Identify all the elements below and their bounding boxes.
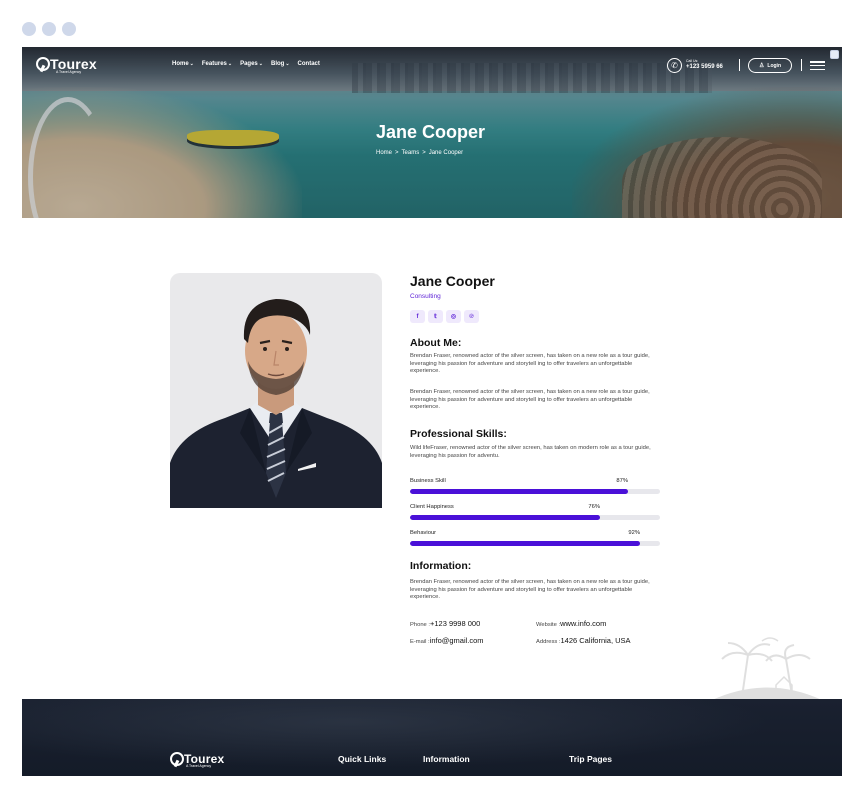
breadcrumb-current: Jane Cooper xyxy=(428,150,464,156)
nav-divider xyxy=(739,59,740,71)
hero-banner: Tourex A Travel Agency Home⌄ Features⌄ P… xyxy=(22,47,842,218)
breadcrumb-separator: > xyxy=(422,150,426,156)
scroll-top-icon[interactable] xyxy=(830,50,839,59)
profile-details: Jane Cooper Consulting f 𝕥 ◎ ℗ About Me:… xyxy=(410,273,662,645)
skill-name: Business Skill xyxy=(410,478,446,484)
menu-item-blog[interactable]: Blog⌄ xyxy=(271,61,290,67)
skill-percent: 87% xyxy=(616,478,628,484)
phone-label: Phone : xyxy=(410,622,430,628)
footer-background xyxy=(22,699,842,776)
breadcrumb-separator: > xyxy=(395,150,399,156)
site-footer: Tourex A Travel Agency Quick Links Infor… xyxy=(22,699,842,776)
address-label: Address : xyxy=(536,639,561,645)
social-links: f 𝕥 ◎ ℗ xyxy=(410,310,662,323)
pinterest-icon[interactable]: ℗ xyxy=(464,310,479,323)
page-title: Jane Cooper xyxy=(376,122,486,142)
footer-heading-information: Information xyxy=(423,754,470,764)
phone-row: Phone :+123 9998 000 xyxy=(410,619,536,628)
address-row: Address :1426 California, USA xyxy=(536,636,670,645)
call-text: Call Us: +123 5959 66 xyxy=(686,59,723,71)
breadcrumb: Home > Teams > Jane Cooper xyxy=(376,150,463,156)
skill-progress-bar xyxy=(410,489,660,494)
person-portrait-icon xyxy=(170,299,382,508)
window-dot xyxy=(22,22,36,36)
window-dot xyxy=(62,22,76,36)
login-label: Login xyxy=(767,62,781,69)
window-dot xyxy=(42,22,56,36)
nav-divider xyxy=(801,59,802,71)
chevron-down-icon: ⌄ xyxy=(285,61,290,67)
information-heading: Information: xyxy=(410,560,472,572)
skill-progress-fill xyxy=(410,515,600,520)
logo-pin-icon xyxy=(170,752,184,766)
about-heading: About Me: xyxy=(410,337,462,349)
member-role: Consulting xyxy=(410,293,441,300)
skill-business: Business Skill 87% xyxy=(410,478,660,494)
brand-name: Tourex xyxy=(50,56,97,72)
menu-item-label: Contact xyxy=(297,61,320,67)
window-dots xyxy=(22,22,76,36)
menu-item-label: Home xyxy=(172,61,189,67)
email-row: E-mail :info@gmail.com xyxy=(410,636,536,645)
breadcrumb-home[interactable]: Home xyxy=(376,150,392,156)
palm-island-decoration-icon xyxy=(712,637,822,700)
user-icon: ♙ xyxy=(759,63,765,69)
information-paragraph: Brendan Fraser, renowned actor of the si… xyxy=(410,579,650,601)
menu-item-home[interactable]: Home⌄ xyxy=(172,61,194,67)
skill-progress-bar xyxy=(410,541,660,546)
logo-pin-icon xyxy=(36,57,50,71)
menu-item-features[interactable]: Features⌄ xyxy=(202,61,232,67)
call-number: +123 5959 66 xyxy=(686,64,723,71)
twitter-icon[interactable]: 𝕥 xyxy=(428,310,443,323)
menu-item-label: Pages xyxy=(240,61,258,67)
menu-item-label: Features xyxy=(201,61,227,67)
main-menu: Home⌄ Features⌄ Pages⌄ Blog⌄ Contact xyxy=(172,61,320,67)
about-paragraph: Brendan Fraser, renowned actor of the si… xyxy=(410,353,650,375)
website-value[interactable]: www.info.com xyxy=(560,619,606,628)
skill-percent: 92% xyxy=(628,530,640,536)
phone-value[interactable]: +123 9998 000 xyxy=(430,619,480,628)
skills-description: Wild lifeFraser, renowned actor of the s… xyxy=(410,445,651,459)
login-button[interactable]: ♙ Login xyxy=(748,58,792,73)
phone-icon: ✆ xyxy=(667,58,682,73)
hamburger-menu-icon[interactable] xyxy=(810,61,825,70)
skills-heading: Professional Skills: xyxy=(410,428,507,440)
footer-heading-trip-pages: Trip Pages xyxy=(569,754,612,764)
skill-progress-bar xyxy=(410,515,660,520)
brand-logo[interactable]: Tourex A Travel Agency xyxy=(36,56,97,74)
footer-brand-tagline: A Travel Agency xyxy=(186,764,212,768)
chevron-down-icon: ⌄ xyxy=(227,61,233,67)
footer-brand-logo[interactable]: Tourex A Travel Agency xyxy=(170,752,224,768)
address-value: 1426 California, USA xyxy=(560,636,631,645)
menu-item-pages[interactable]: Pages⌄ xyxy=(240,61,263,67)
facebook-icon[interactable]: f xyxy=(410,310,425,323)
member-name: Jane Cooper xyxy=(410,273,495,289)
chevron-down-icon: ⌄ xyxy=(189,61,194,67)
skill-name: Behaviour xyxy=(410,530,437,536)
email-value[interactable]: info@gmail.com xyxy=(430,636,484,645)
brand-tagline: A Travel Agency xyxy=(56,70,82,74)
call-us[interactable]: ✆ Call Us: +123 5959 66 xyxy=(667,58,723,73)
skill-progress-fill xyxy=(410,541,640,546)
skill-progress-fill xyxy=(410,489,628,494)
chevron-down-icon: ⌄ xyxy=(258,61,263,67)
footer-heading-quick-links: Quick Links xyxy=(338,754,387,764)
page: Tourex A Travel Agency Home⌄ Features⌄ P… xyxy=(22,47,842,776)
skill-percent: 76% xyxy=(588,504,600,510)
about-paragraph: Brendan Fraser, renowned actor of the si… xyxy=(410,389,650,411)
menu-item-contact[interactable]: Contact xyxy=(298,61,320,67)
skill-behaviour: Behaviour 92% xyxy=(410,530,660,546)
profile-photo xyxy=(170,273,382,508)
top-navbar: Tourex A Travel Agency Home⌄ Features⌄ P… xyxy=(22,47,842,83)
email-label: E-mail : xyxy=(410,639,430,645)
contact-details: Phone :+123 9998 000 Website :www.info.c… xyxy=(410,619,670,645)
skill-name: Client Happiness xyxy=(410,504,454,510)
menu-item-label: Blog xyxy=(270,61,285,67)
instagram-icon[interactable]: ◎ xyxy=(446,310,461,323)
website-row: Website :www.info.com xyxy=(536,619,670,628)
skill-client-happiness: Client Happiness 76% xyxy=(410,504,660,520)
website-label: Website : xyxy=(536,622,561,628)
breadcrumb-teams[interactable]: Teams xyxy=(402,150,420,156)
